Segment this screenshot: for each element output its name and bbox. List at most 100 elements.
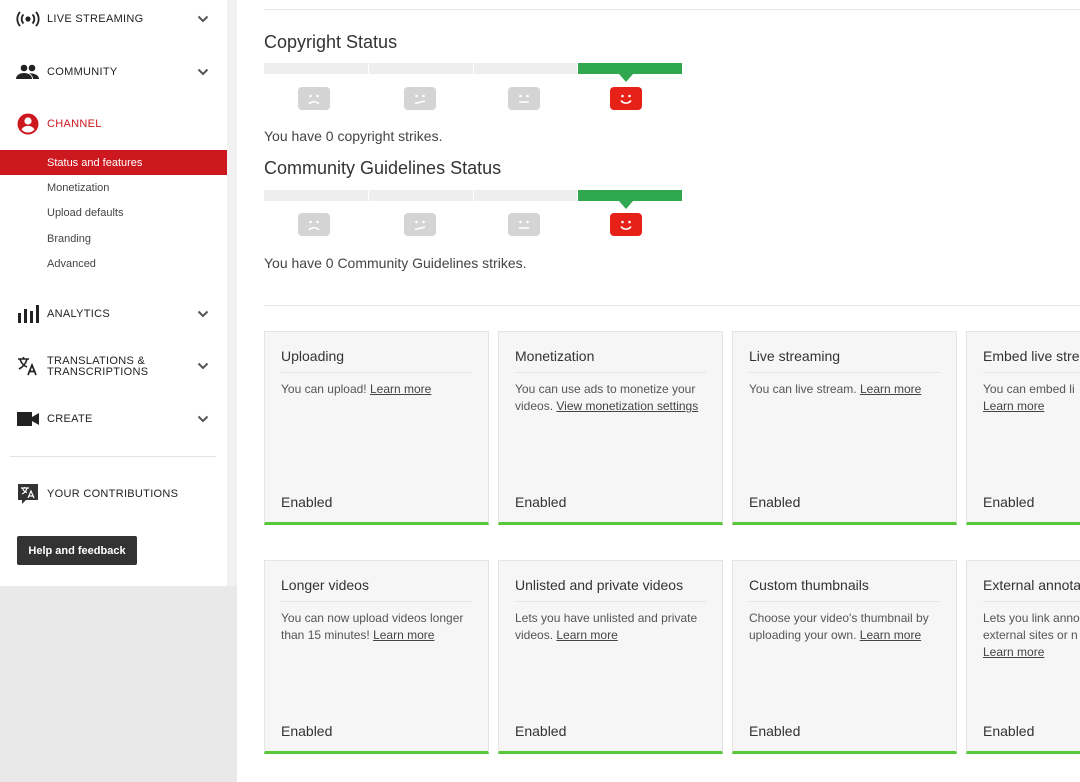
- learn-more-link[interactable]: Learn more: [983, 399, 1044, 413]
- sidebar-background: [0, 586, 237, 782]
- skeptical-face-icon: [404, 213, 436, 236]
- video-camera-icon: [16, 407, 40, 431]
- contributions-icon: [16, 482, 40, 506]
- sidebar-item-monetization[interactable]: Monetization: [0, 175, 227, 200]
- nav-label: YOUR CONTRIBUTIONS: [47, 487, 179, 500]
- account-circle-icon: [16, 112, 40, 136]
- feature-card-monetization: Monetization You can use ads to monetize…: [498, 331, 723, 525]
- view-monetization-settings-link[interactable]: View monetization settings: [556, 399, 698, 413]
- chevron-down-icon: [197, 310, 209, 318]
- community-guidelines-status-title: Community Guidelines Status: [264, 158, 502, 178]
- feature-description-text: Lets you link anno external sites or n: [983, 611, 1080, 642]
- card-divider: [515, 372, 706, 373]
- card-divider: [281, 601, 472, 602]
- feature-status: Enabled: [983, 723, 1035, 739]
- feature-status: Enabled: [983, 494, 1035, 510]
- chevron-down-icon: [197, 15, 209, 23]
- live-streaming-icon: [16, 7, 40, 31]
- feature-card-live-streaming: Live streaming You can live stream. Lear…: [732, 331, 957, 525]
- people-icon: [16, 60, 40, 84]
- feature-description: You can use ads to monetize your videos.…: [515, 381, 708, 415]
- sidebar-item-status-and-features[interactable]: Status and features: [0, 150, 227, 175]
- feature-title: Monetization: [515, 348, 595, 364]
- happy-face-icon: [610, 87, 642, 110]
- card-divider: [983, 601, 1080, 602]
- bar-chart-icon: [16, 302, 40, 326]
- feature-title: Live streaming: [749, 348, 841, 364]
- feature-title: Embed live stre: [983, 348, 1080, 364]
- card-divider: [281, 372, 472, 373]
- feature-status: Enabled: [515, 723, 567, 739]
- nav-label: ANALYTICS: [47, 307, 111, 320]
- feature-status: Enabled: [749, 494, 801, 510]
- community-guidelines-strikes-text: You have 0 Community Guidelines strikes.: [264, 255, 527, 271]
- feature-title: Custom thumbnails: [749, 577, 869, 593]
- sad-face-icon: [298, 213, 330, 236]
- feature-description-text: You can embed li: [983, 382, 1075, 396]
- learn-more-link[interactable]: Learn more: [983, 645, 1044, 659]
- learn-more-link[interactable]: Learn more: [860, 628, 921, 642]
- divider: [264, 9, 1080, 10]
- strike-segment: [264, 190, 368, 201]
- happy-face-icon: [610, 213, 642, 236]
- translate-icon: [16, 354, 40, 378]
- sidebar-item-label: Status and features: [47, 157, 143, 169]
- feature-card-unlisted-private-videos: Unlisted and private videos Lets you hav…: [498, 560, 723, 754]
- feature-description: You can now upload videos longer than 15…: [281, 610, 474, 644]
- feature-status: Enabled: [281, 723, 333, 739]
- feature-status: Enabled: [749, 723, 801, 739]
- chevron-down-icon: [197, 362, 209, 370]
- card-divider: [749, 601, 940, 602]
- sidebar-item-advanced[interactable]: Advanced: [0, 251, 227, 276]
- feature-description-text: You can upload!: [281, 382, 367, 396]
- strike-segment-active: [578, 63, 682, 74]
- feature-title: Longer videos: [281, 577, 369, 593]
- feature-status: Enabled: [281, 494, 333, 510]
- nav-label: TRANSCRIPTIONS: [47, 366, 149, 378]
- sidebar-item-branding[interactable]: Branding: [0, 226, 227, 251]
- feature-card-custom-thumbnails: Custom thumbnails Choose your video's th…: [732, 560, 957, 754]
- learn-more-link[interactable]: Learn more: [373, 628, 434, 642]
- feature-title: Uploading: [281, 348, 345, 364]
- learn-more-link[interactable]: Learn more: [370, 382, 431, 396]
- feature-description: Lets you link anno external sites or n Le…: [983, 610, 1080, 661]
- feature-card-embed-live-streams: Embed live stre You can embed li Learn mo…: [966, 331, 1080, 525]
- nav-community[interactable]: COMMUNITY: [0, 60, 227, 84]
- sidebar-item-label: Advanced: [47, 258, 96, 270]
- feature-card-uploading: Uploading You can upload! Learn more Ena…: [264, 331, 489, 525]
- nav-label: CREATE: [47, 412, 93, 425]
- sidebar-item-label: Monetization: [47, 182, 110, 194]
- nav-live-streaming[interactable]: LIVE STREAMING: [0, 7, 227, 31]
- strike-segment: [264, 63, 368, 74]
- sidebar-item-upload-defaults[interactable]: Upload defaults: [0, 200, 227, 225]
- feature-description: You can embed li Learn more: [983, 381, 1080, 415]
- help-and-feedback-button[interactable]: Help and feedback: [17, 536, 137, 565]
- learn-more-link[interactable]: Learn more: [556, 628, 617, 642]
- sad-face-icon: [298, 87, 330, 110]
- pointer-icon: [619, 201, 633, 209]
- chevron-down-icon: [197, 415, 209, 423]
- divider: [264, 305, 1080, 306]
- learn-more-link[interactable]: Learn more: [860, 382, 921, 396]
- neutral-face-icon: [508, 213, 540, 236]
- feature-description: Choose your video's thumbnail by uploadi…: [749, 610, 942, 644]
- copyright-status-title: Copyright Status: [264, 32, 398, 52]
- nav-label: COMMUNITY: [47, 65, 118, 78]
- feature-status: Enabled: [515, 494, 567, 510]
- strike-segment-active: [578, 190, 682, 201]
- strike-segment: [368, 190, 473, 201]
- sidebar-divider: [10, 456, 216, 457]
- neutral-face-icon: [508, 87, 540, 110]
- chevron-down-icon: [197, 68, 209, 76]
- feature-description: You can upload! Learn more: [281, 381, 474, 398]
- feature-title: Unlisted and private videos: [515, 577, 684, 593]
- nav-translations[interactable]: TRANSLATIONS & TRANSCRIPTIONS: [0, 352, 227, 380]
- pointer-icon: [619, 74, 633, 82]
- nav-create[interactable]: CREATE: [0, 407, 227, 431]
- strike-segment: [473, 190, 578, 201]
- copyright-strike-bar: [264, 63, 682, 74]
- nav-channel[interactable]: CHANNEL: [0, 112, 227, 136]
- main-content: Copyright Status You have 0 copyright st…: [237, 0, 1080, 782]
- nav-analytics[interactable]: ANALYTICS: [0, 302, 227, 326]
- nav-your-contributions[interactable]: YOUR CONTRIBUTIONS: [0, 482, 227, 506]
